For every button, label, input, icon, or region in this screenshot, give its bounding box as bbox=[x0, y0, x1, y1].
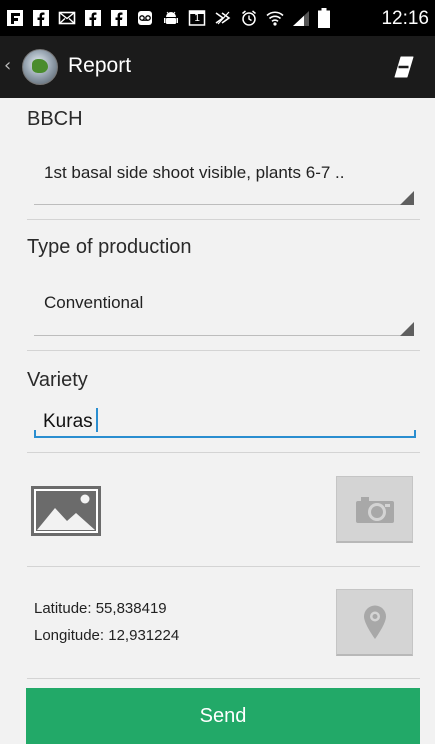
divider bbox=[27, 219, 420, 220]
status-bar: 1 12:16 bbox=[0, 0, 435, 36]
wifi-icon bbox=[266, 11, 284, 26]
longitude-value: 12,931224 bbox=[108, 627, 180, 644]
camera-button[interactable] bbox=[336, 476, 413, 543]
divider bbox=[27, 566, 420, 567]
image-gallery-icon[interactable] bbox=[31, 486, 101, 536]
latitude-row: Latitude: 55,838419 bbox=[34, 600, 167, 617]
production-label: Type of production bbox=[27, 236, 192, 258]
notification-icons: 1 bbox=[6, 7, 330, 29]
calendar-icon: 1 bbox=[188, 9, 206, 27]
facebook-icon bbox=[33, 10, 49, 26]
app-logo-globe-icon[interactable] bbox=[22, 49, 58, 85]
production-selected-value: Conventional bbox=[44, 293, 144, 312]
divider bbox=[27, 678, 420, 679]
alarm-icon bbox=[242, 10, 256, 26]
page-title: Report bbox=[68, 54, 132, 77]
variety-input-underline bbox=[34, 436, 416, 438]
back-chevron-icon[interactable]: ‹ bbox=[4, 55, 11, 76]
clock: 12:16 bbox=[381, 8, 429, 29]
text-cursor bbox=[96, 408, 98, 432]
battery-icon bbox=[318, 8, 330, 28]
variety-input[interactable] bbox=[34, 405, 414, 439]
eraser-icon[interactable] bbox=[393, 55, 415, 79]
location-pin-icon bbox=[363, 605, 386, 639]
nfc-icon bbox=[215, 11, 231, 25]
location-button[interactable] bbox=[336, 589, 413, 656]
production-spinner-underline bbox=[34, 335, 414, 336]
facebook-icon bbox=[85, 10, 101, 26]
send-button[interactable]: Send bbox=[26, 688, 420, 744]
android-debug-icon bbox=[164, 11, 178, 24]
latitude-value: 55,838419 bbox=[95, 600, 167, 617]
bbch-selected-value: 1st basal side shoot visible, plants 6-7… bbox=[44, 163, 345, 182]
dropdown-triangle-icon bbox=[400, 322, 414, 336]
globe-land bbox=[32, 59, 48, 73]
variety-input-underline-tick bbox=[414, 430, 416, 437]
bbch-label: BBCH bbox=[27, 108, 83, 130]
divider bbox=[27, 350, 420, 351]
longitude-row: Longitude: 12,931224 bbox=[34, 627, 179, 644]
variety-input-underline-tick bbox=[34, 430, 36, 437]
latitude-label: Latitude: bbox=[34, 600, 92, 617]
mail-icon bbox=[58, 11, 76, 25]
bbch-spinner-underline bbox=[34, 204, 414, 205]
voicemail-icon bbox=[138, 11, 152, 25]
longitude-label: Longitude: bbox=[34, 627, 105, 644]
facebook-icon bbox=[111, 10, 127, 26]
dropdown-triangle-icon bbox=[400, 191, 414, 205]
action-bar: ‹ Report bbox=[0, 36, 435, 98]
camera-icon bbox=[355, 497, 394, 523]
divider bbox=[27, 452, 420, 453]
variety-label: Variety bbox=[27, 369, 88, 391]
signal-icon bbox=[293, 11, 309, 26]
flipboard-icon bbox=[7, 10, 23, 26]
